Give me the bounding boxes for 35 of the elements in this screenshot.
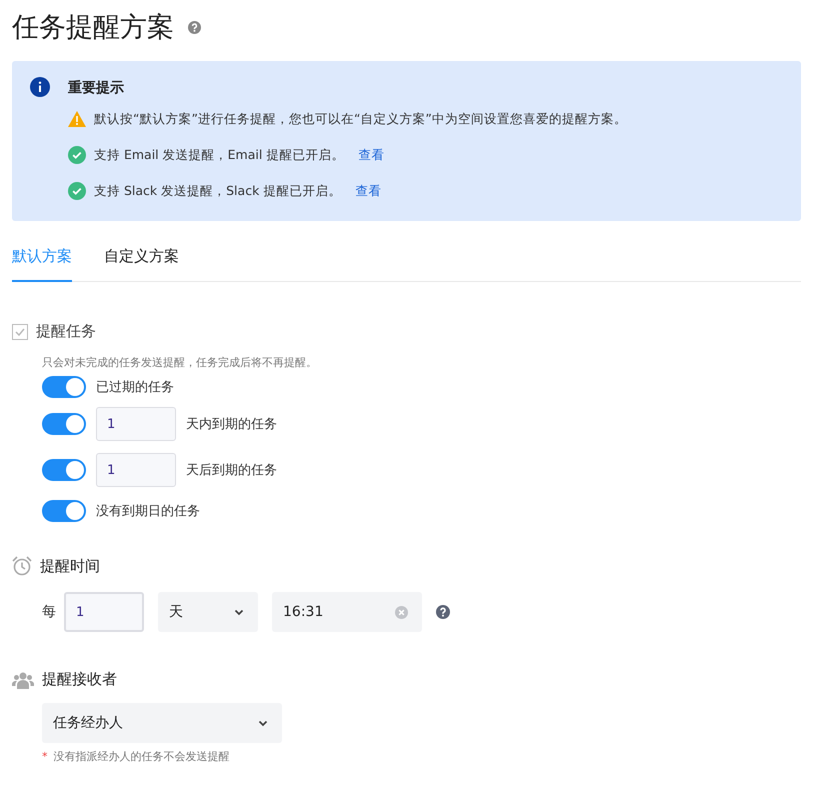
warning-icon [68, 111, 86, 127]
view-link[interactable]: 查看 [355, 182, 382, 200]
page-title: 任务提醒方案 [12, 11, 174, 45]
notice-text: 支持 Email 发送提醒，Email 提醒已开启。 [94, 146, 344, 164]
rule-label: 天后到期的任务 [186, 462, 277, 479]
notice-title: 重要提示 [68, 79, 125, 97]
people-icon [12, 670, 34, 688]
recipient-select[interactable]: 任务经办人 [42, 703, 282, 743]
notice-text: 支持 Slack 发送提醒，Slack 提醒已开启。 [94, 182, 342, 200]
check-icon [15, 328, 25, 336]
info-icon [30, 77, 50, 97]
every-label: 每 [42, 603, 56, 621]
tab[interactable]: 自定义方案 [104, 235, 179, 282]
help-icon[interactable] [436, 605, 450, 619]
section-title: 提醒时间 [40, 556, 100, 576]
check-circle-icon [68, 182, 86, 200]
note-text: 没有指派经办人的任务不会发送提醒 [54, 750, 230, 763]
caret-icon [258, 720, 268, 726]
view-link[interactable]: 查看 [358, 146, 384, 164]
hint-text: 只会对未完成的任务发送提醒，任务完成后将不再提醒。 [42, 355, 318, 370]
help-icon[interactable] [188, 20, 201, 34]
caret-icon [234, 608, 244, 616]
rule-label: 没有到期日的任务 [96, 503, 200, 520]
alarm-clock-icon [12, 556, 32, 576]
section-title: 提醒接收者 [42, 670, 117, 689]
required-mark: * [42, 750, 48, 763]
notice-text: 默认按“默认方案”进行任务提醒，您也可以在“自定义方案”中为空间设置您喜爱的提醒方案。 [94, 110, 627, 128]
time-field[interactable]: 16:31 [272, 592, 422, 632]
unit-select[interactable]: 天 [158, 592, 258, 632]
rule-label: 天内到期的任务 [186, 416, 277, 433]
section-title: 提醒任务 [36, 322, 96, 341]
interval-input[interactable]: 1 [64, 592, 144, 632]
rule-label: 已过期的任务 [96, 379, 174, 396]
clear-icon[interactable] [395, 606, 408, 618]
check-circle-icon [68, 146, 86, 164]
